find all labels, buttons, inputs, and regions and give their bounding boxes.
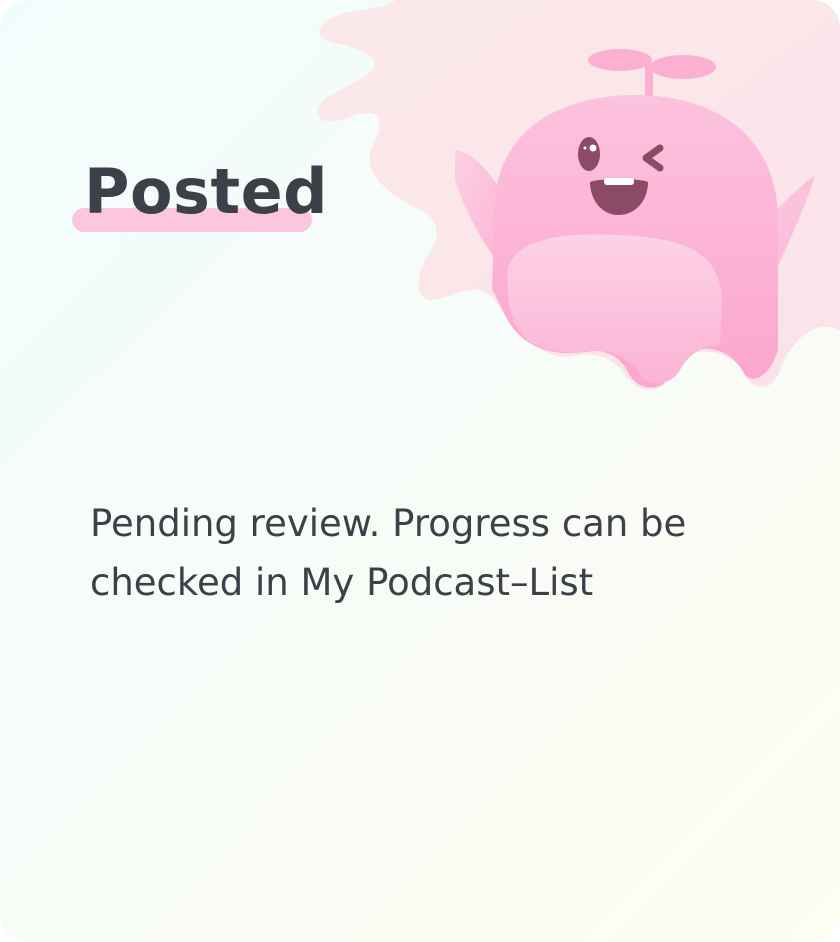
dialog-title: Posted <box>84 155 329 228</box>
dialog-message: Pending review. Progress can be checked … <box>90 502 687 604</box>
success-dialog-card: Posted Pending review. Progress can be c… <box>0 0 840 942</box>
title-group: Posted <box>72 150 328 240</box>
